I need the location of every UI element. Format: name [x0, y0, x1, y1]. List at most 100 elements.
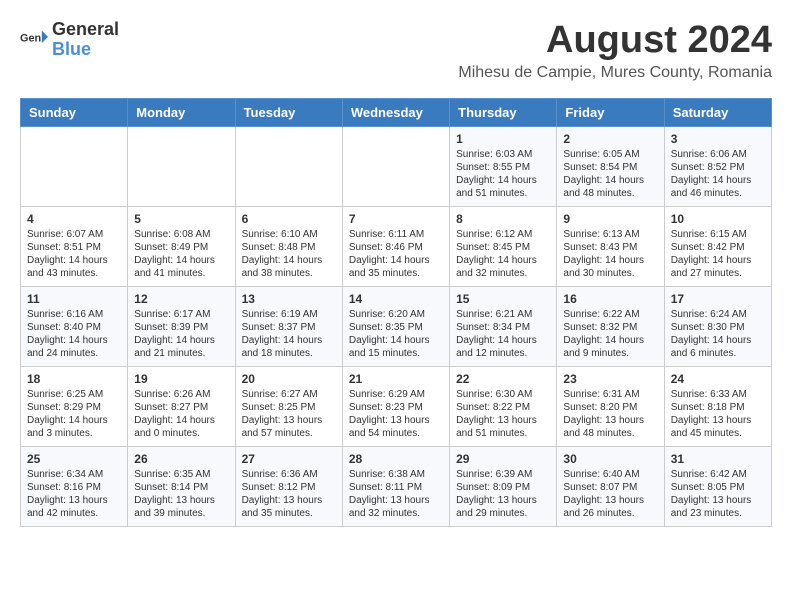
day-info: Sunset: 8:23 PM — [349, 401, 443, 414]
day-info: Daylight: 14 hours and 38 minutes. — [242, 254, 336, 280]
day-number: 5 — [134, 212, 228, 226]
day-number: 7 — [349, 212, 443, 226]
calendar-cell: 4 Sunrise: 6:07 AMSunset: 8:51 PMDaylight… — [21, 206, 128, 286]
day-info: Sunset: 8:09 PM — [456, 481, 550, 494]
weekday-friday: Friday — [557, 98, 664, 126]
day-info: Sunrise: 6:17 AM — [134, 308, 228, 321]
day-number: 30 — [563, 452, 657, 466]
day-info: Sunrise: 6:05 AM — [563, 148, 657, 161]
page-header: Gen General Blue August 2024 Mihesu de C… — [20, 20, 772, 82]
logo-blue: Blue — [52, 40, 119, 60]
day-number: 2 — [563, 132, 657, 146]
calendar-cell: 6 Sunrise: 6:10 AMSunset: 8:48 PMDaylight… — [235, 206, 342, 286]
day-info: Sunset: 8:35 PM — [349, 321, 443, 334]
day-info: Daylight: 13 hours and 42 minutes. — [27, 494, 121, 520]
day-info: Daylight: 14 hours and 24 minutes. — [27, 334, 121, 360]
calendar-cell: 10Sunrise: 6:15 AMSunset: 8:42 PMDayligh… — [664, 206, 771, 286]
day-info: Sunset: 8:18 PM — [671, 401, 765, 414]
calendar-cell: 22Sunrise: 6:30 AMSunset: 8:22 PMDayligh… — [450, 366, 557, 446]
day-info: Sunset: 8:07 PM — [563, 481, 657, 494]
day-info: Sunset: 8:49 PM — [134, 241, 228, 254]
day-number: 8 — [456, 212, 550, 226]
day-info: Sunrise: 6:31 AM — [563, 388, 657, 401]
calendar-cell: 11Sunrise: 6:16 AMSunset: 8:40 PMDayligh… — [21, 286, 128, 366]
day-info: Sunrise: 6:11 AM — [349, 228, 443, 241]
day-info: Sunrise: 6:30 AM — [456, 388, 550, 401]
calendar-table: SundayMondayTuesdayWednesdayThursdayFrid… — [20, 98, 772, 527]
day-info: Sunrise: 6:38 AM — [349, 468, 443, 481]
day-info: Sunset: 8:52 PM — [671, 161, 765, 174]
day-info: Sunrise: 6:20 AM — [349, 308, 443, 321]
day-info: Sunrise: 6:08 AM — [134, 228, 228, 241]
day-info: Sunset: 8:22 PM — [456, 401, 550, 414]
day-number: 13 — [242, 292, 336, 306]
day-info: Sunset: 8:55 PM — [456, 161, 550, 174]
day-info: Daylight: 13 hours and 48 minutes. — [563, 414, 657, 440]
title-section: August 2024 Mihesu de Campie, Mures Coun… — [458, 20, 772, 82]
calendar-cell: 5 Sunrise: 6:08 AMSunset: 8:49 PMDaylight… — [128, 206, 235, 286]
calendar-cell: 30Sunrise: 6:40 AMSunset: 8:07 PMDayligh… — [557, 446, 664, 526]
day-info: Sunset: 8:39 PM — [134, 321, 228, 334]
day-info: Daylight: 14 hours and 35 minutes. — [349, 254, 443, 280]
day-number: 9 — [563, 212, 657, 226]
weekday-monday: Monday — [128, 98, 235, 126]
weekday-wednesday: Wednesday — [342, 98, 449, 126]
day-info: Daylight: 13 hours and 57 minutes. — [242, 414, 336, 440]
day-info: Sunrise: 6:25 AM — [27, 388, 121, 401]
day-info: Daylight: 14 hours and 32 minutes. — [456, 254, 550, 280]
calendar-cell: 23Sunrise: 6:31 AMSunset: 8:20 PMDayligh… — [557, 366, 664, 446]
day-info: Daylight: 13 hours and 35 minutes. — [242, 494, 336, 520]
calendar-cell: 15Sunrise: 6:21 AMSunset: 8:34 PMDayligh… — [450, 286, 557, 366]
calendar-cell: 19Sunrise: 6:26 AMSunset: 8:27 PMDayligh… — [128, 366, 235, 446]
day-info: Sunset: 8:45 PM — [456, 241, 550, 254]
day-number: 27 — [242, 452, 336, 466]
calendar-cell: 2Sunrise: 6:05 AMSunset: 8:54 PMDaylight… — [557, 126, 664, 206]
day-number: 6 — [242, 212, 336, 226]
day-info: Sunrise: 6:35 AM — [134, 468, 228, 481]
day-info: Daylight: 14 hours and 43 minutes. — [27, 254, 121, 280]
day-number: 11 — [27, 292, 121, 306]
calendar-cell: 1Sunrise: 6:03 AMSunset: 8:55 PMDaylight… — [450, 126, 557, 206]
day-info: Sunrise: 6:13 AM — [563, 228, 657, 241]
day-info: Sunset: 8:51 PM — [27, 241, 121, 254]
day-number: 18 — [27, 372, 121, 386]
day-info: Sunset: 8:48 PM — [242, 241, 336, 254]
calendar-cell: 26Sunrise: 6:35 AMSunset: 8:14 PMDayligh… — [128, 446, 235, 526]
day-info: Sunset: 8:32 PM — [563, 321, 657, 334]
day-info: Sunrise: 6:26 AM — [134, 388, 228, 401]
day-info: Sunrise: 6:10 AM — [242, 228, 336, 241]
day-number: 4 — [27, 212, 121, 226]
day-number: 16 — [563, 292, 657, 306]
calendar-week-2: 4Sunrise: 6:07 AMSunset: 8:51 PMDaylight… — [21, 206, 772, 286]
day-info: Sunrise: 6:27 AM — [242, 388, 336, 401]
calendar-cell: 27Sunrise: 6:36 AMSunset: 8:12 PMDayligh… — [235, 446, 342, 526]
calendar-week-1: 1Sunrise: 6:03 AMSunset: 8:55 PMDaylight… — [21, 126, 772, 206]
day-info: Sunset: 8:46 PM — [349, 241, 443, 254]
calendar-cell: 9Sunrise: 6:13 AMSunset: 8:43 PMDaylight… — [557, 206, 664, 286]
day-info: Daylight: 14 hours and 0 minutes. — [134, 414, 228, 440]
day-info: Sunset: 8:43 PM — [563, 241, 657, 254]
calendar-cell: 21Sunrise: 6:29 AMSunset: 8:23 PMDayligh… — [342, 366, 449, 446]
day-number: 22 — [456, 372, 550, 386]
day-info: Sunset: 8:54 PM — [563, 161, 657, 174]
day-info: Daylight: 13 hours and 23 minutes. — [671, 494, 765, 520]
calendar-cell: 31Sunrise: 6:42 AMSunset: 8:05 PMDayligh… — [664, 446, 771, 526]
day-info: Sunset: 8:42 PM — [671, 241, 765, 254]
weekday-thursday: Thursday — [450, 98, 557, 126]
day-info: Sunrise: 6:39 AM — [456, 468, 550, 481]
day-info: Sunrise: 6:29 AM — [349, 388, 443, 401]
calendar-week-3: 11Sunrise: 6:16 AMSunset: 8:40 PMDayligh… — [21, 286, 772, 366]
day-info: Sunrise: 6:07 AM — [27, 228, 121, 241]
day-info: Daylight: 13 hours and 32 minutes. — [349, 494, 443, 520]
weekday-sunday: Sunday — [21, 98, 128, 126]
month-year: August 2024 — [458, 20, 772, 62]
day-info: Sunrise: 6:33 AM — [671, 388, 765, 401]
day-number: 20 — [242, 372, 336, 386]
day-info: Daylight: 14 hours and 41 minutes. — [134, 254, 228, 280]
day-info: Sunrise: 6:12 AM — [456, 228, 550, 241]
day-info: Daylight: 14 hours and 15 minutes. — [349, 334, 443, 360]
day-number: 12 — [134, 292, 228, 306]
day-info: Sunrise: 6:21 AM — [456, 308, 550, 321]
day-info: Daylight: 14 hours and 18 minutes. — [242, 334, 336, 360]
day-number: 25 — [27, 452, 121, 466]
